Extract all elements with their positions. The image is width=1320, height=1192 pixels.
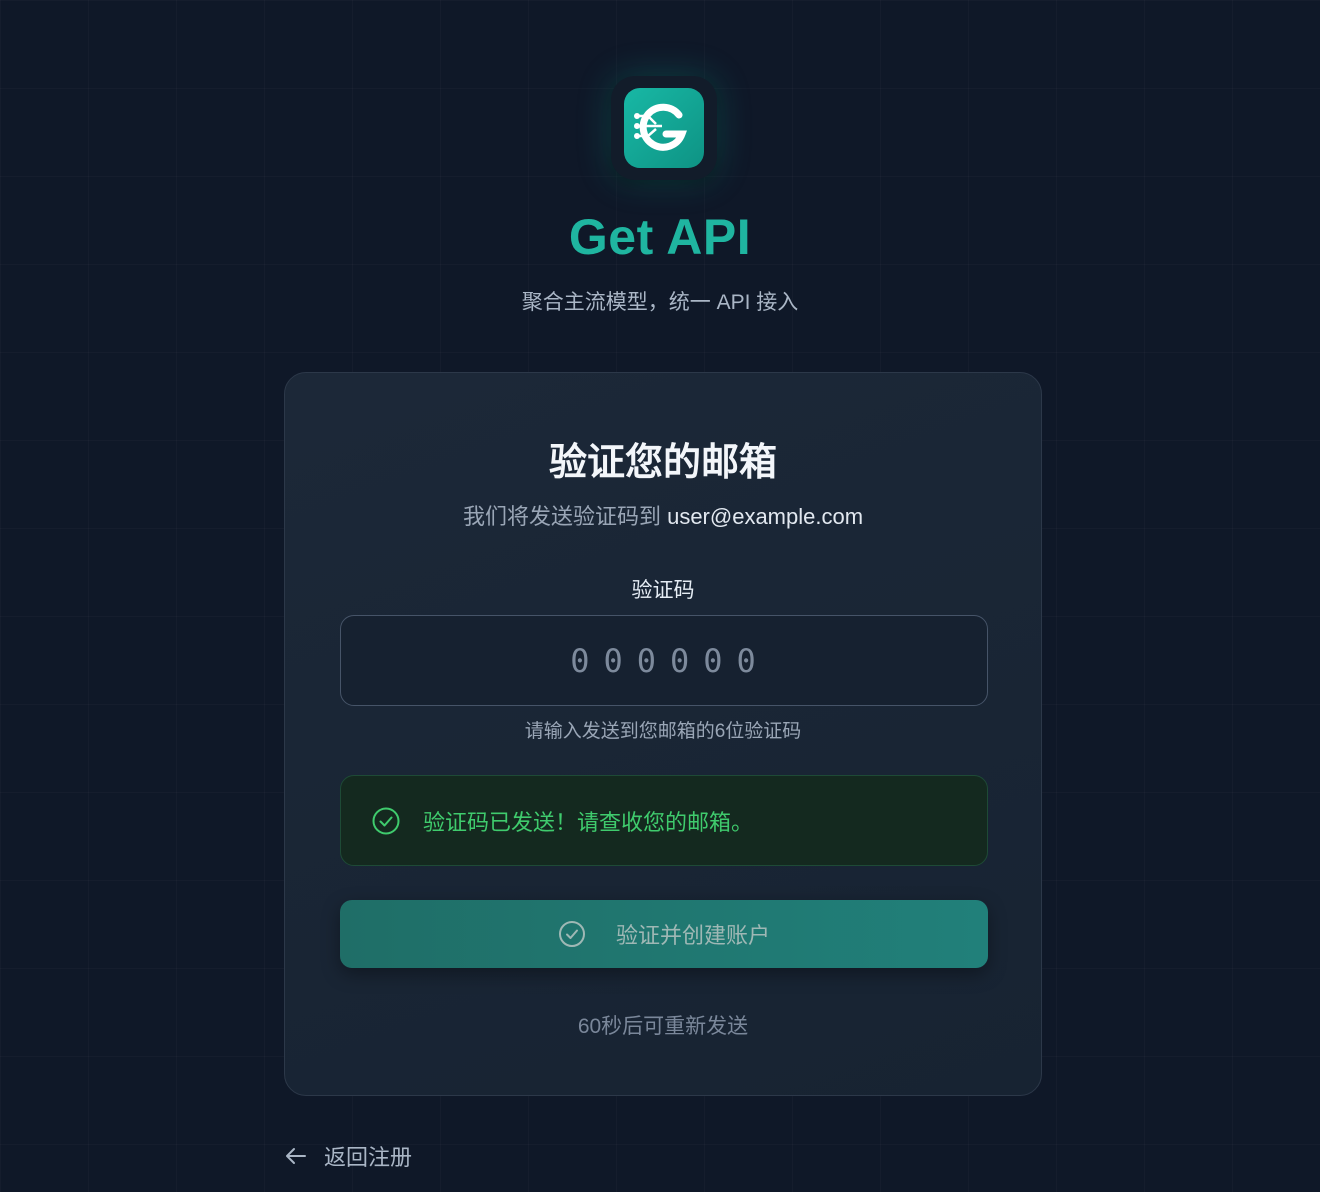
verify-create-account-button[interactable]: 验证并创建账户 (340, 900, 988, 968)
arrow-left-icon (284, 1144, 308, 1168)
verification-code-input[interactable] (340, 615, 988, 706)
code-label: 验证码 (631, 579, 695, 602)
brand-name: Get API (568, 209, 752, 265)
card-title: 验证您的邮箱 (548, 442, 777, 484)
resend-countdown: 60秒后可重新发送 (577, 1015, 749, 1038)
subtitle-prefix: 我们将发送验证码到 (462, 504, 661, 529)
check-circle-icon (558, 920, 586, 948)
back-link-label: 返回注册 (324, 1145, 413, 1170)
success-alert: 验证码已发送！请查收您的邮箱。 (340, 775, 988, 866)
alert-message: 验证码已发送！请查收您的邮箱。 (423, 809, 754, 835)
target-email: user@example.com (667, 504, 864, 529)
back-to-register-link[interactable]: 返回注册 (284, 1140, 412, 1172)
app-logo (611, 76, 717, 180)
check-circle-icon (371, 806, 401, 836)
brand-tagline: 聚合主流模型，统一 API 接入 (521, 291, 799, 314)
card-subtitle: 我们将发送验证码到 user@example.com (285, 499, 1041, 531)
code-hint: 请输入发送到您邮箱的6位验证码 (524, 721, 802, 742)
verify-email-card: 验证您的邮箱 我们将发送验证码到 user@example.com 验证码 请输… (284, 372, 1042, 1096)
verify-button-label: 验证并创建账户 (615, 923, 770, 948)
g-circuit-logo-icon (624, 88, 704, 168)
